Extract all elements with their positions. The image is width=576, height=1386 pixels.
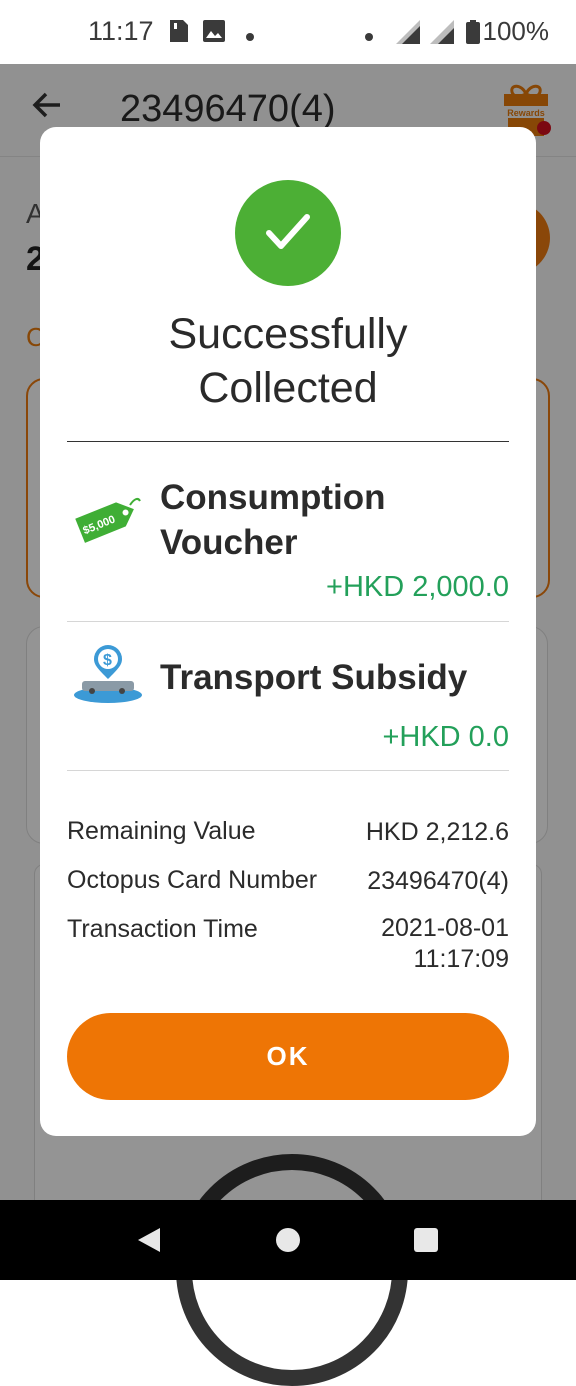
benefit-name: Consumption Voucher bbox=[160, 478, 386, 562]
signal-icon bbox=[430, 20, 454, 49]
nav-home-icon[interactable] bbox=[276, 1228, 300, 1252]
checkmark-icon bbox=[235, 180, 341, 286]
remaining-value-label: Remaining Value bbox=[67, 817, 256, 845]
divider bbox=[67, 770, 509, 771]
nav-recents-icon[interactable] bbox=[414, 1228, 438, 1252]
svg-text:$: $ bbox=[103, 652, 112, 669]
navigation-bar bbox=[0, 1200, 576, 1280]
image-icon bbox=[203, 20, 225, 47]
dot-icon bbox=[365, 28, 373, 46]
card-number-value: 23496470(4) bbox=[367, 867, 509, 895]
voucher-tag-icon: $5,000 bbox=[72, 493, 142, 552]
benefit-amount: +HKD 0.0 bbox=[382, 721, 509, 753]
dialog-title: Successfully Collected bbox=[168, 310, 408, 412]
signal-icon bbox=[396, 20, 420, 49]
divider bbox=[67, 441, 509, 442]
status-time: 11:17 bbox=[88, 16, 154, 46]
dot-icon bbox=[246, 28, 254, 46]
remaining-value: HKD 2,212.6 bbox=[365, 818, 509, 846]
card-number-label: Octopus Card Number bbox=[67, 866, 318, 894]
battery-icon bbox=[466, 20, 480, 49]
nav-back-icon[interactable] bbox=[136, 1226, 162, 1259]
battery-percent: 100% bbox=[482, 16, 550, 46]
ok-button[interactable]: OK bbox=[67, 1013, 509, 1100]
success-dialog: Successfully Collected $5,000 Consumptio… bbox=[40, 127, 536, 1136]
sim-card-icon bbox=[170, 20, 188, 47]
transaction-time-label: Transaction Time bbox=[67, 915, 258, 943]
status-bar: 11:17 100% bbox=[0, 0, 576, 64]
benefit-name: Transport Subsidy bbox=[160, 658, 468, 697]
transaction-time-value: 2021-08-01 11:17:09 bbox=[381, 914, 509, 973]
transport-subsidy-icon: $ bbox=[72, 645, 144, 710]
benefit-amount: +HKD 2,000.0 bbox=[326, 571, 509, 603]
divider bbox=[67, 621, 509, 622]
